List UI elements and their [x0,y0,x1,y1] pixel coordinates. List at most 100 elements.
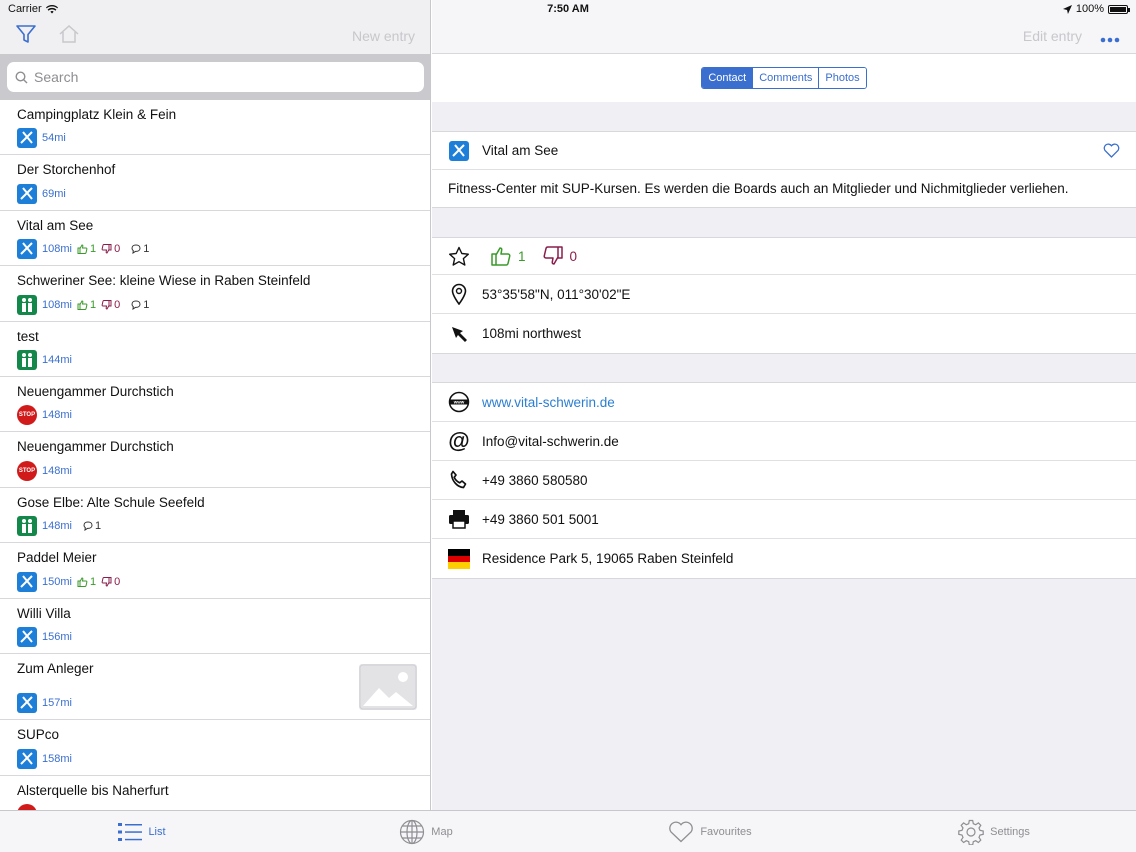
detail-pane: Edit entry Contact Comments Photos Vital… [432,0,1136,810]
search-input[interactable] [34,69,416,85]
battery-percent: 100% [1075,3,1104,15]
entry-description: Fitness-Center mit SUP-Kursen. Es werden… [448,181,1069,196]
edit-entry-button[interactable]: Edit entry [1023,28,1082,44]
carrier-label: Carrier [8,3,42,15]
segment-contact[interactable]: Contact [702,68,753,88]
filter-button[interactable] [14,22,38,49]
list-item[interactable]: Zum Anleger 157mi [0,654,430,721]
sup-station-icon [17,626,37,647]
home-button[interactable] [58,24,80,47]
thumbs-down-icon[interactable] [542,246,564,266]
list-item[interactable]: Neuengammer Durchstich STOP 148mi [0,432,430,488]
list-item-meta: STOP 148mi [17,405,72,426]
thumbs-down-count: 0 [569,248,578,264]
list-item-meta: 148mi 1 [17,516,102,537]
segment-photos[interactable]: Photos [818,68,866,88]
globe-icon [400,819,425,844]
list-item-distance: 144mi [42,353,72,366]
search-field [7,62,424,92]
list-item-meta: 144mi [17,349,72,370]
sup-station-icon [17,183,37,204]
tab-favourites-label: Favourites [700,825,752,838]
more-button[interactable] [1100,31,1120,46]
list-icon [118,822,143,841]
list-item[interactable]: Alsterquelle bis NaherfurtSTOP [0,776,430,810]
list-item[interactable]: Gose Elbe: Alte Schule Seefeld 148mi 1 [0,488,430,544]
list-item-distance: 69mi [42,187,66,200]
thumbs-up-icon[interactable] [490,246,512,266]
thumbs-up-icon [77,244,88,255]
toilet-icon [17,349,37,370]
entry-name: Vital am See [482,143,559,158]
list-item-meta: 157mi [17,693,72,714]
tab-settings-label: Settings [990,825,1030,838]
tab-settings[interactable]: Settings [852,811,1136,852]
tab-map[interactable]: Map [284,811,568,852]
list-item[interactable]: Schweriner See: kleine Wiese in Raben St… [0,266,430,322]
list-item-comments: 1 [94,520,102,533]
comment-icon [131,300,141,310]
list-item-distance: 148mi [42,409,72,422]
list-item-title: SUPco [17,727,60,743]
list-item-meta: 108mi 1 0 1 [17,294,149,315]
tab-bar: List Map Favourites Settings [0,810,1136,852]
list-item[interactable]: Campingplatz Klein & Fein 54mi [0,100,430,156]
sup-station-icon [449,140,469,161]
list-item-upvotes: 1 [89,298,97,311]
search-icon [15,70,28,83]
list-item-title: Neuengammer Durchstich [17,383,174,399]
new-entry-button[interactable]: New entry [352,28,415,44]
more-icon [1100,37,1120,43]
home-icon [59,24,79,43]
list-item-title: Der Storchenhof [17,162,116,178]
address: Residence Park 5, 19065 Raben Steinfeld [482,551,734,566]
thumbs-down-icon [101,299,112,310]
list-item[interactable]: test 144mi [0,322,430,377]
thumbs-up-count: 1 [518,248,526,264]
email-at-icon: @ [448,428,470,453]
favourite-heart-icon[interactable] [1103,143,1120,158]
tab-list-label: List [148,825,166,838]
website-link[interactable]: www.vital-schwerin.de [482,395,615,410]
list-item-meta: 158mi [17,748,72,769]
list-item-meta: 69mi [17,183,66,204]
sup-station-icon [17,748,37,769]
list-item[interactable]: Paddel Meier 150mi 1 0 [0,543,430,599]
list-item-title: Paddel Meier [17,550,97,566]
phone-number[interactable]: +49 3860 580580 [482,473,587,488]
stop-sign-icon: STOP [17,460,37,481]
wifi-icon [45,4,58,13]
list-item-title: Willi Villa [17,605,71,621]
list-item-comments: 1 [143,243,150,256]
list-item-title: Vital am See [17,217,94,233]
search-bar [0,54,430,100]
clock: 7:50 AM [547,3,589,15]
info-card: Vital am See Fitness-Center mit SUP-Kurs… [432,131,1136,208]
tab-favourites[interactable]: Favourites [568,811,852,852]
list-item-distance: 54mi [42,132,66,145]
list-item[interactable]: Willi Villa 156mi [0,599,430,654]
sup-station-icon [17,128,37,149]
thumbs-down-icon [101,244,112,254]
fax-printer-icon [449,510,469,529]
fax-number: +49 3860 501 5001 [482,511,599,527]
list-item[interactable]: Der Storchenhof 69mi [0,155,430,211]
star-icon[interactable] [448,246,470,267]
list-item-distance: 148mi [42,464,72,477]
list-item-title: Gose Elbe: Alte Schule Seefeld [17,494,205,510]
segment-comments[interactable]: Comments [752,68,819,88]
status-bar: Carrier 7:50 AM 100% [0,0,1136,18]
list-item[interactable]: SUPco 158mi [0,720,430,776]
phone-icon [450,470,467,489]
tab-list[interactable]: List [0,811,284,852]
contact-card: www www.vital-schwerin.de @ Info@vital-s… [432,382,1136,579]
email-address[interactable]: Info@vital-schwerin.de [482,434,619,449]
comment-icon [131,244,141,255]
list-item[interactable]: Neuengammer Durchstich STOP 148mi [0,377,430,433]
location-arrow-icon [1062,4,1072,14]
germany-flag-icon [448,548,470,569]
sup-station-icon [17,571,37,592]
list-item[interactable]: Vital am See 108mi 1 0 1 [0,211,430,267]
tab-map-label: Map [431,825,453,838]
image-placeholder-icon [359,664,417,710]
